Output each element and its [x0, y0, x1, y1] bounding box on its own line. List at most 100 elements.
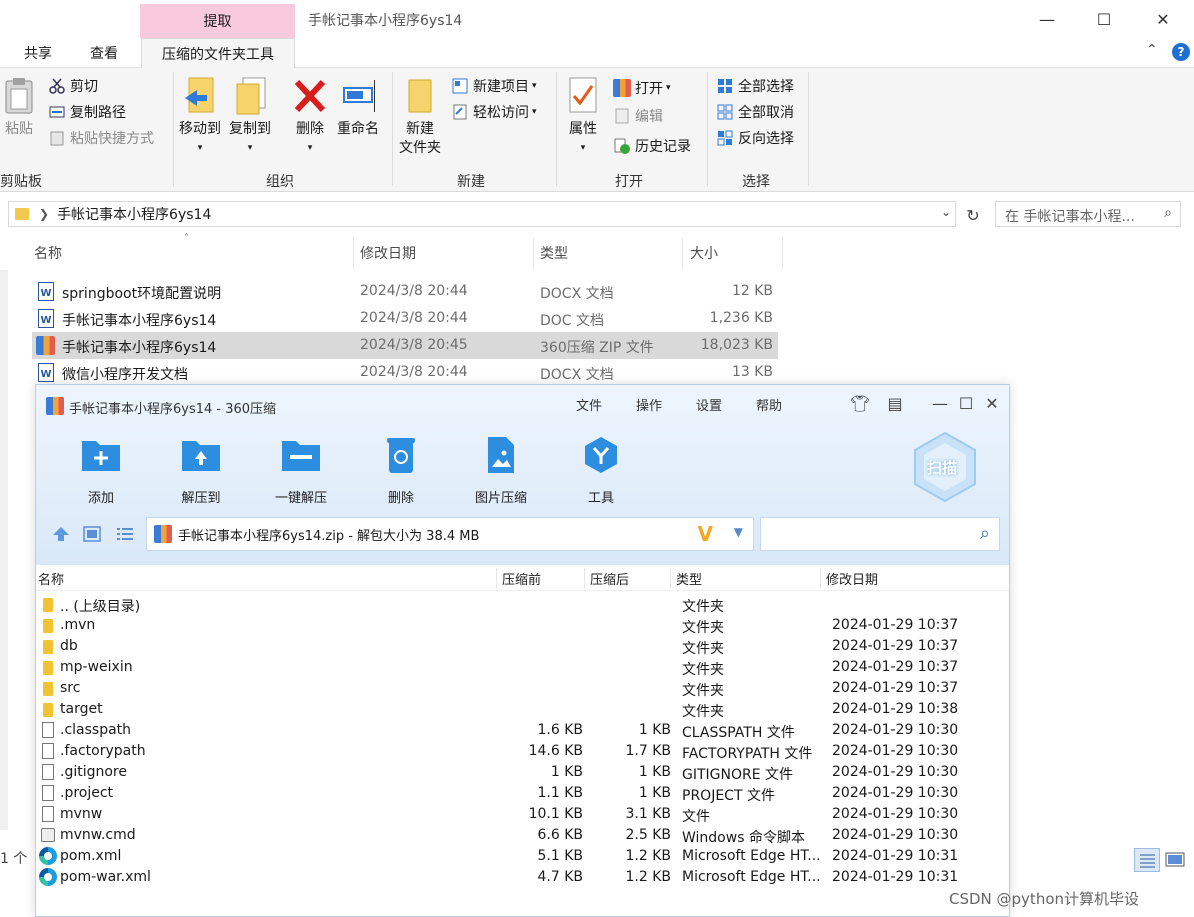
zip-delete-button[interactable]: 删除 [356, 433, 446, 506]
tab-compressed-tools[interactable]: 压缩的文件夹工具 [141, 38, 295, 69]
maximize-button[interactable]: ☐ [1081, 6, 1127, 32]
zip-row[interactable]: .project 1.1 KB 1 KB PROJECT 文件 2024-01-29 1… [36, 783, 1009, 804]
copy-to-button[interactable]: 复制到 ▾ [229, 76, 271, 158]
move-to-button[interactable]: 移动到 ▾ [179, 76, 221, 158]
menu-file[interactable]: 文件 [576, 395, 602, 414]
zip-col-after[interactable]: 压缩后 [590, 565, 629, 591]
scrollbar[interactable] [0, 270, 8, 830]
chevron-right-icon[interactable]: ❯ [39, 207, 49, 221]
zip-row[interactable]: mp-weixin 文件夹 2024-01-29 10:37 [36, 657, 1009, 678]
zip-row[interactable]: .factorypath 14.6 KB 1.7 KB FACTORYPATH 文件 2… [36, 741, 1009, 762]
zip-row[interactable]: mvnw.cmd 6.6 KB 2.5 KB Windows 命令脚本 2024-01-… [36, 825, 1009, 846]
select-all-button[interactable]: 全部选择 [716, 75, 794, 97]
zip-row[interactable]: .gitignore 1 KB 1 KB GITIGNORE 文件 2024-01-29… [36, 762, 1009, 783]
minimize-button[interactable]: — [1024, 6, 1070, 32]
help-icon[interactable]: ? [1172, 43, 1190, 61]
zip-row[interactable]: src 文件夹 2024-01-29 10:37 [36, 678, 1009, 699]
refresh-icon[interactable]: ↻ [962, 204, 984, 226]
paste-shortcut-button[interactable]: 粘贴快捷方式 [48, 127, 154, 149]
column-header-size[interactable]: 大小 [690, 236, 718, 270]
file-row[interactable]: W 微信小程序开发文档 2024/3/8 20:44 DOCX 文档 13 KB [32, 359, 778, 386]
zip-path-bar[interactable]: 手帐记事本小程序6ys14.zip - 解包大小为 38.4 MB V ▼ [146, 517, 754, 551]
chevron-down-icon[interactable]: ▼ [734, 525, 743, 539]
up-arrow-icon[interactable] [52, 526, 70, 542]
cut-button[interactable]: 剪切 [48, 75, 98, 97]
details-view-icon[interactable] [1134, 848, 1160, 872]
zip-minimize-button[interactable]: — [927, 391, 953, 415]
zip-row[interactable]: .. (上级目录) 文件夹 [36, 594, 1009, 615]
extract-to-button[interactable]: 解压到 [156, 433, 246, 506]
column-divider[interactable] [670, 568, 671, 588]
menu-settings[interactable]: 设置 [696, 395, 722, 414]
column-header-name[interactable]: 名称 [34, 236, 62, 270]
zip-row[interactable]: db 文件夹 2024-01-29 10:37 [36, 636, 1009, 657]
image-compress-button[interactable]: 图片压缩 [456, 433, 546, 506]
address-bar[interactable]: ❯ 手帐记事本小程序6ys14 ⌄ [8, 201, 956, 227]
select-none-button[interactable]: 全部取消 [716, 101, 794, 123]
new-folder-button[interactable]: 新建 文件夹 [399, 76, 441, 158]
column-divider[interactable] [682, 238, 683, 268]
menu-operate[interactable]: 操作 [636, 395, 662, 414]
menu-help[interactable]: 帮助 [756, 395, 782, 414]
skin-shirt-icon[interactable]: 👕︎ [847, 391, 873, 415]
column-header-modified[interactable]: 修改日期 [360, 236, 416, 270]
file-row[interactable]: 手帐记事本小程序6ys14 2024/3/8 20:45 360压缩 ZIP 文件 1… [32, 332, 778, 359]
column-divider[interactable] [584, 568, 585, 588]
paste-button[interactable]: 粘贴 [2, 76, 36, 139]
close-button[interactable]: ✕ [1140, 6, 1186, 32]
edit-button[interactable]: 编辑 [613, 105, 663, 127]
tab-share[interactable]: 共享 [24, 43, 52, 63]
collapse-ribbon-icon[interactable]: ⌃ [1146, 42, 1158, 58]
search-input[interactable]: 在 手帐记事本小程... ⌕ [995, 201, 1181, 227]
chevron-down-icon[interactable]: ⌄ [941, 205, 951, 219]
feedback-icon[interactable]: ▤ [882, 391, 908, 415]
zip-search-input[interactable]: ⌕ [760, 517, 1000, 551]
column-divider[interactable] [533, 238, 534, 268]
new-item-button[interactable]: 新建项目 ▾ [451, 75, 537, 97]
tab-view[interactable]: 查看 [90, 43, 118, 63]
zip-row[interactable]: .mvn 文件夹 2024-01-29 10:37 [36, 615, 1009, 636]
properties-button[interactable]: 属性 ▾ [566, 76, 600, 158]
add-button[interactable]: 添加 [56, 433, 146, 506]
zip-name: pom-war.xml [60, 869, 151, 885]
copy-path-button[interactable]: 复制路径 [48, 101, 126, 123]
delete-button[interactable]: 删除 ▾ [293, 76, 327, 158]
zip-row[interactable]: pom-war.xml 4.7 KB 1.2 KB Microsoft Edge HT… [36, 867, 1009, 888]
file-type: DOCX 文档 [540, 367, 614, 383]
tools-button[interactable]: 工具 [556, 433, 646, 506]
one-click-extract-button[interactable]: 一键解压 [256, 433, 346, 506]
file-row[interactable]: Wspringboot环境配置说明 2024/3/8 20:44 DOCX 文档 12… [32, 278, 778, 305]
zip-row[interactable]: target 文件夹 2024-01-29 10:38 [36, 699, 1009, 720]
zip-col-before[interactable]: 压缩前 [502, 565, 541, 591]
open-button[interactable]: 打开 ▾ [613, 77, 671, 99]
zip-type: 文件夹 [682, 599, 724, 615]
zip-close-button[interactable]: ✕ [979, 391, 1005, 415]
zip-row[interactable]: mvnw 10.1 KB 3.1 KB 文件 2024-01-29 10:30 [36, 804, 1009, 825]
column-divider[interactable] [782, 238, 783, 268]
file-row[interactable]: W 手帐记事本小程序6ys14 2024/3/8 20:44 DOC 文档 1,236 … [32, 305, 778, 332]
zip-row[interactable]: .classpath 1.6 KB 1 KB CLASSPATH 文件 2024-01-… [36, 720, 1009, 741]
zip-col-type[interactable]: 类型 [676, 565, 702, 591]
list-view-icon[interactable] [116, 526, 134, 542]
v-logo-icon[interactable]: V [698, 522, 713, 546]
invert-selection-button[interactable]: 反向选择 [716, 127, 794, 149]
zip-before: 10.1 KB [528, 806, 583, 822]
zip-col-modified[interactable]: 修改日期 [826, 565, 878, 591]
context-tab-extract[interactable]: 提取 [140, 4, 295, 38]
column-divider[interactable] [353, 238, 354, 268]
rename-button[interactable]: 重命名 [337, 76, 379, 139]
column-divider[interactable] [496, 568, 497, 588]
column-divider[interactable] [820, 568, 821, 588]
history-button[interactable]: 历史记录 [613, 135, 691, 157]
large-icons-view-icon[interactable] [1162, 848, 1188, 872]
thumbnail-view-icon[interactable] [83, 526, 101, 542]
zip-col-name[interactable]: 名称 [38, 565, 64, 591]
zip-after: 2.5 KB [625, 827, 672, 843]
scan-button[interactable]: 扫描 [912, 431, 978, 503]
zip-row[interactable]: pom.xml 5.1 KB 1.2 KB Microsoft Edge HT... 2… [36, 846, 1009, 867]
window-title: 手帐记事本小程序6ys14 [308, 13, 463, 29]
zip-maximize-button[interactable]: ☐ [953, 391, 979, 415]
zip-window-title: 手帐记事本小程序6ys14 - 360压缩 [69, 402, 277, 417]
column-header-type[interactable]: 类型 [540, 236, 568, 270]
easy-access-button[interactable]: 轻松访问 ▾ [451, 101, 537, 123]
